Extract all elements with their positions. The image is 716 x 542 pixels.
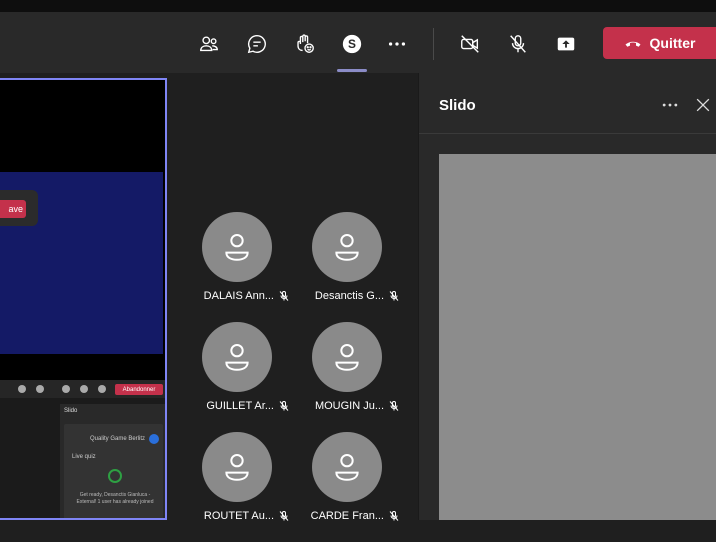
- slido-side-panel: Slido: [418, 73, 716, 520]
- person-icon: [225, 343, 249, 371]
- panel-title: Slido: [439, 97, 476, 114]
- participant-name: GUILLET Ar...: [206, 400, 274, 412]
- hang-up-icon: [625, 41, 641, 47]
- slido-letter: S: [348, 37, 356, 51]
- people-icon[interactable]: [195, 30, 223, 58]
- mini-icon: [80, 385, 88, 393]
- shared-screen-prompt-button: ave: [0, 200, 26, 218]
- mini-message: Get ready, Desanctis Gianluca - External…: [76, 492, 154, 505]
- more-icon[interactable]: [383, 30, 411, 58]
- mini-slido-panel: Slido Quality Game Berlitz Live quiz Get…: [60, 404, 165, 518]
- avatar: [202, 322, 272, 392]
- participant-tile[interactable]: Desanctis G...: [300, 212, 410, 322]
- mini-icon: [36, 385, 44, 393]
- person-icon: [335, 233, 359, 261]
- shared-screen-tile[interactable]: ave Abandonner Slido Quality Game Berlit…: [0, 78, 167, 520]
- slido-app-icon[interactable]: S: [338, 30, 366, 58]
- shared-screen-black-band-2: [0, 354, 163, 380]
- active-tab-indicator: [337, 69, 367, 72]
- leave-button-label: Quitter: [649, 35, 696, 51]
- avatar: [312, 212, 382, 282]
- avatar: [312, 322, 382, 392]
- mic-off-icon[interactable]: [504, 30, 532, 58]
- raise-hand-icon[interactable]: [291, 30, 319, 58]
- participant-name: MOUGIN Ju...: [314, 400, 384, 412]
- participant-tile[interactable]: CARDE Fran...: [300, 432, 410, 542]
- participant-name: CARDE Fran...: [310, 510, 384, 522]
- avatar: [312, 432, 382, 502]
- person-icon: [335, 343, 359, 371]
- close-icon[interactable]: [693, 95, 713, 115]
- avatar: [202, 212, 272, 282]
- share-screen-icon[interactable]: [552, 30, 580, 58]
- participant-tile[interactable]: GUILLET Ar...: [190, 322, 300, 432]
- mini-leave-button: Abandonner: [115, 384, 163, 395]
- mic-muted-icon: [389, 401, 399, 411]
- participant-tile[interactable]: MOUGIN Ju...: [300, 322, 410, 432]
- mic-muted-icon: [389, 511, 399, 521]
- participant-tile[interactable]: ROUTET Au...: [190, 432, 300, 542]
- mini-icon: [98, 385, 106, 393]
- more-options-icon[interactable]: [659, 95, 681, 115]
- mini-icon: [62, 385, 70, 393]
- mini-badge: [149, 434, 159, 444]
- mini-panel-title: Slido: [64, 408, 78, 414]
- participant-name: Desanctis G...: [314, 290, 384, 302]
- slido-content-area[interactable]: [439, 154, 716, 520]
- mini-tab-label: Live quiz: [72, 454, 96, 460]
- participant-tile[interactable]: DALAIS Ann...: [190, 212, 300, 322]
- shared-screen-prompt: ave: [0, 190, 38, 226]
- person-icon: [225, 453, 249, 481]
- participant-name: DALAIS Ann...: [203, 290, 274, 302]
- mini-toolbar: Abandonner: [0, 380, 165, 398]
- mini-check-icon: [108, 469, 122, 483]
- mini-event-name: Quality Game Berlitz: [90, 436, 146, 442]
- toolbar-divider: [433, 28, 434, 60]
- person-icon: [335, 453, 359, 481]
- mini-icon: [18, 385, 26, 393]
- panel-divider: [419, 133, 716, 134]
- chat-icon[interactable]: [243, 30, 271, 58]
- person-icon: [225, 233, 249, 261]
- avatar: [202, 432, 272, 502]
- mini-slido-card: Quality Game Berlitz Live quiz Get ready…: [64, 424, 163, 518]
- participant-name: ROUTET Au...: [203, 510, 274, 522]
- window-top-strip: [0, 0, 716, 12]
- meeting-toolbar: S Quitter: [0, 12, 716, 73]
- mic-muted-icon: [389, 291, 399, 301]
- camera-off-icon[interactable]: [456, 30, 484, 58]
- leave-button[interactable]: Quitter: [603, 27, 716, 59]
- shared-screen-black-band: [0, 80, 165, 172]
- shared-screen-mini-teams: Abandonner Slido Quality Game Berlitz Li…: [0, 380, 165, 518]
